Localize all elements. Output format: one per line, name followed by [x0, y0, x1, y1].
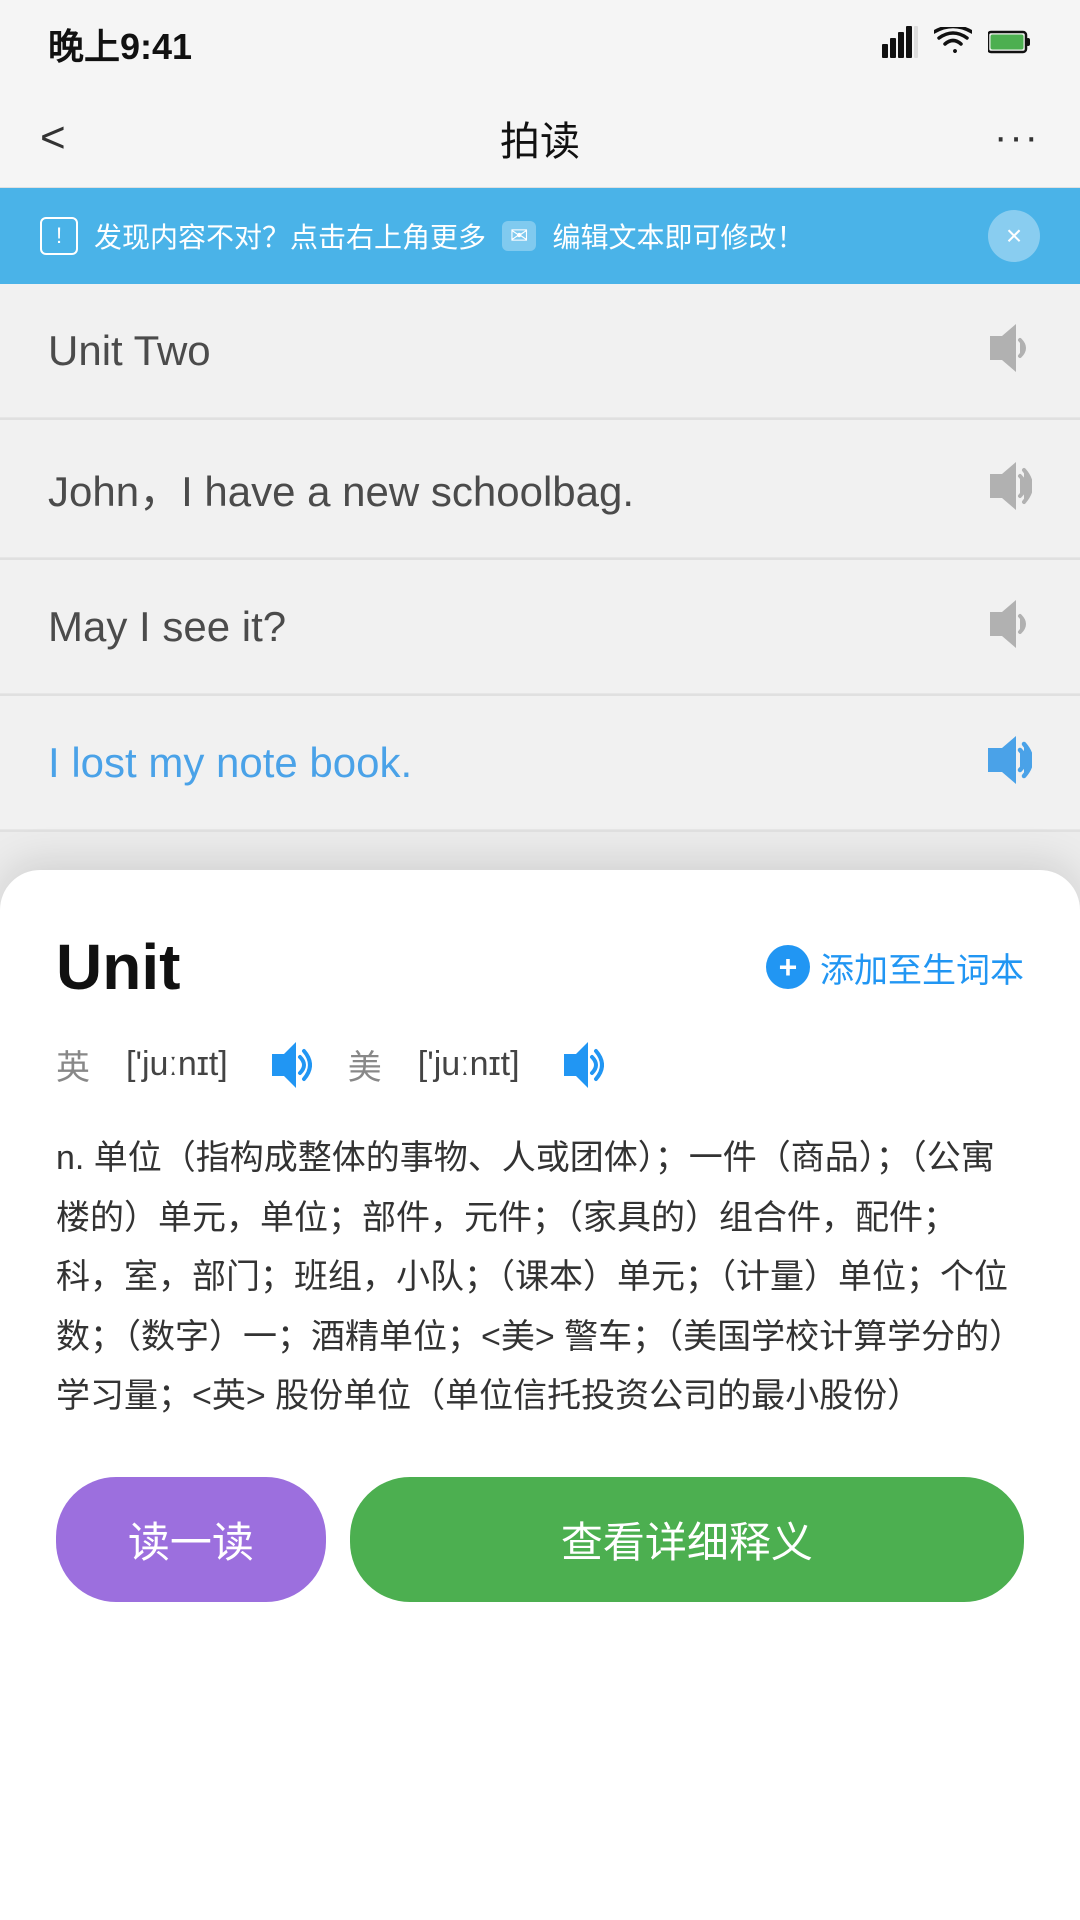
status-icons	[882, 26, 1032, 63]
sentence-row: John，I have a new schoolbag.	[0, 420, 1080, 558]
dict-header: Unit + 添加至生词本	[56, 930, 1024, 1004]
alert-icon: !	[40, 217, 78, 255]
american-phonetic: ['juːnɪt]	[418, 1045, 520, 1084]
sound-button[interactable]	[980, 322, 1032, 379]
notification-banner: ! 发现内容不对？点击右上角更多 ✉ 编辑文本即可修改！ ×	[0, 188, 1080, 284]
british-label: 英	[56, 1040, 90, 1089]
sentence-text: Unit Two	[48, 327, 211, 375]
british-phonetic: ['juːnɪt]	[126, 1045, 228, 1084]
status-bar: 晚上9:41	[0, 0, 1080, 88]
british-sound-button[interactable]	[264, 1041, 312, 1089]
sound-button[interactable]	[980, 460, 1032, 517]
more-button[interactable]: ···	[994, 115, 1040, 160]
banner-text1: 发现内容不对？点击右上角更多	[94, 216, 486, 256]
dict-word: Unit	[56, 930, 180, 1004]
dict-actions: 读一读 查看详细释义	[56, 1477, 1024, 1662]
banner-text2: 编辑文本即可修改！	[552, 216, 804, 256]
add-label: 添加至生词本	[820, 943, 1024, 992]
dict-phonetics: 英 ['juːnɪt] 美 ['juːnɪt]	[56, 1040, 1024, 1089]
sentence-text-active: I lost my note book.	[48, 739, 412, 787]
american-sound-button[interactable]	[556, 1041, 604, 1089]
sound-button-active[interactable]	[980, 734, 1032, 791]
sentence-row: May I see it?	[0, 560, 1080, 694]
sound-button[interactable]	[980, 598, 1032, 655]
banner-close-button[interactable]: ×	[988, 210, 1040, 262]
view-detail-button[interactable]: 查看详细释义	[350, 1477, 1024, 1602]
signal-icon	[882, 26, 918, 63]
sentence-row-active: I lost my note book.	[0, 696, 1080, 830]
status-time: 晚上9:41	[48, 18, 192, 70]
dict-definition: n. 单位（指构成整体的事物、人或团体）；一件（商品）；（公寓楼的）单元，单位；…	[56, 1129, 1024, 1427]
sentence-text: May I see it?	[48, 603, 286, 651]
add-plus-icon: +	[766, 945, 810, 989]
content-area: Unit Two John，I have a new schoolbag. Ma…	[0, 284, 1080, 964]
back-button[interactable]: <	[40, 113, 66, 163]
add-to-wordbook-button[interactable]: + 添加至生词本	[766, 943, 1024, 992]
sentence-row: Unit Two	[0, 284, 1080, 418]
sentence-text: John，I have a new schoolbag.	[48, 458, 634, 519]
edit-icon: ✉	[502, 221, 536, 251]
app-header: < 拍读 ···	[0, 88, 1080, 188]
dictionary-panel: Unit + 添加至生词本 英 ['juːnɪt] 美 ['juːnɪt] n.…	[0, 870, 1080, 1920]
page-title: 拍读	[500, 109, 580, 167]
wifi-icon	[934, 27, 972, 62]
read-aloud-button[interactable]: 读一读	[56, 1477, 326, 1602]
american-label: 美	[348, 1040, 382, 1089]
battery-icon	[988, 30, 1032, 59]
